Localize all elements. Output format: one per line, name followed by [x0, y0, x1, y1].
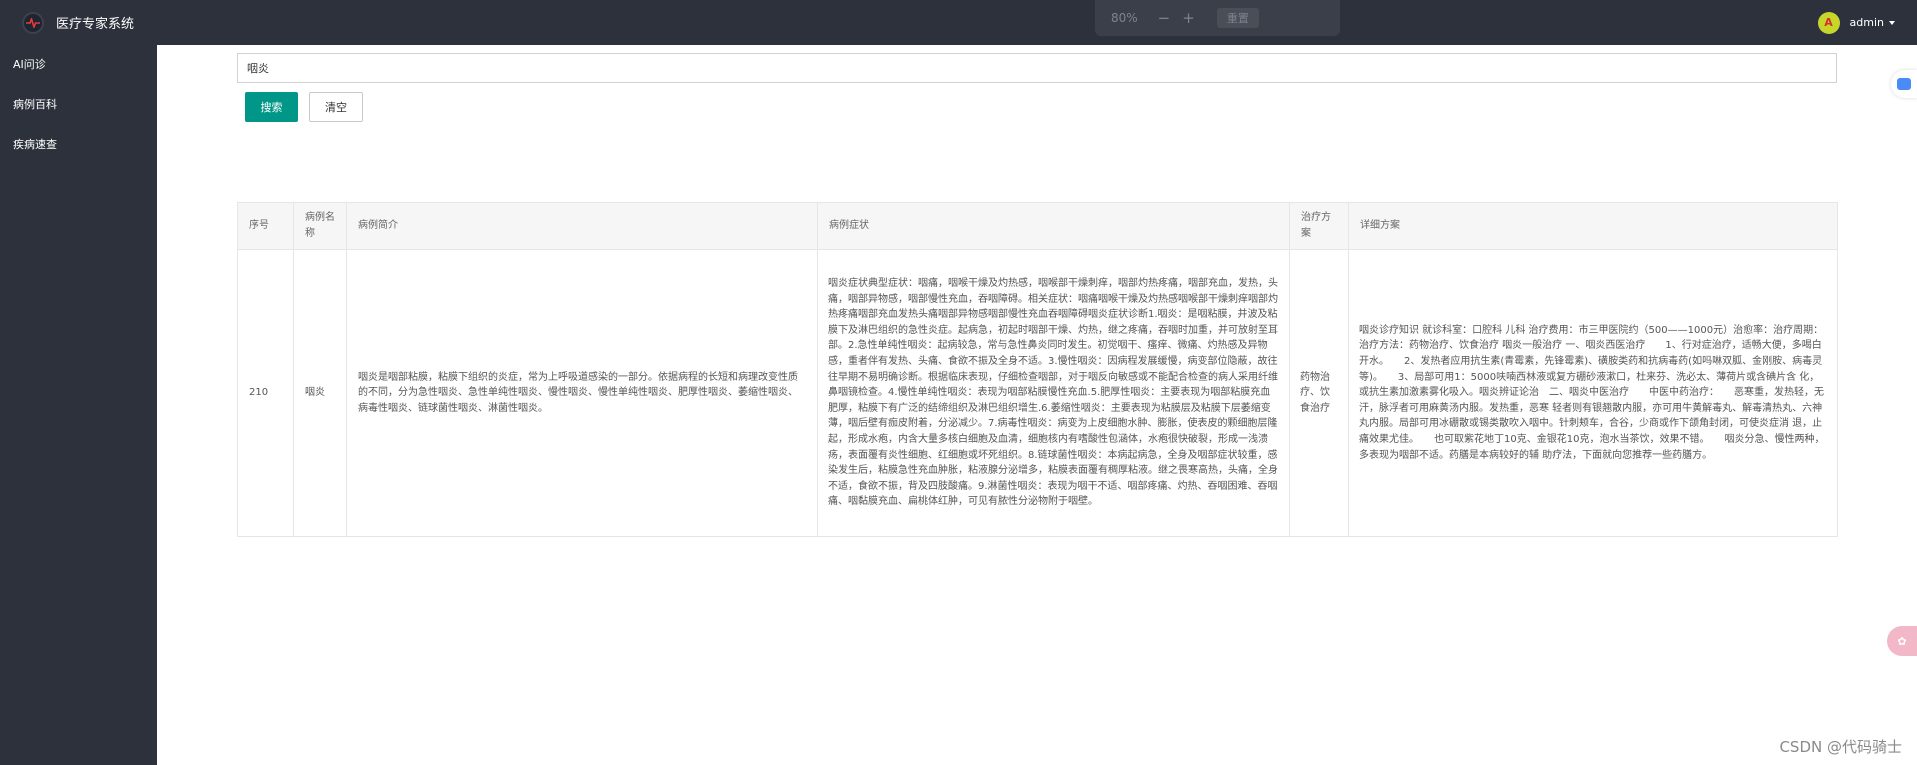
app-title: 医疗专家系统 — [56, 17, 135, 32]
sidebar-item-ai-consult[interactable]: AI问诊 — [0, 45, 157, 85]
search-input[interactable] — [237, 53, 1837, 83]
user-name[interactable]: admin — [1850, 16, 1884, 29]
sidebar-item-disease-lookup[interactable]: 疾病速查 — [0, 125, 157, 165]
cell-intro: 咽炎是咽部粘膜，粘膜下组织的炎症，常为上呼吸道感染的一部分。依据病程的长短和病理… — [346, 249, 818, 537]
zoom-out-button[interactable]: − — [1158, 9, 1171, 27]
cell-detail: 咽炎诊疗知识 就诊科室：口腔科 儿科 治疗费用：市三甲医院约（500——1000… — [1348, 249, 1838, 537]
column-header-id: 序号 — [237, 202, 294, 250]
zoom-in-button[interactable]: + — [1182, 9, 1195, 27]
cell-symptoms: 咽炎症状典型症状：咽痛，咽喉干燥及灼热感，咽喉部干燥刺痒，咽部灼热疼痛，咽部充血… — [817, 249, 1290, 537]
translate-float-button[interactable] — [1891, 70, 1917, 98]
clear-button[interactable]: 清空 — [309, 92, 363, 122]
zoom-reset-button[interactable]: 重置 — [1216, 8, 1259, 28]
heartbeat-logo-icon — [22, 11, 44, 34]
search-button[interactable]: 搜索 — [245, 92, 298, 122]
chevron-down-icon[interactable] — [1889, 20, 1895, 25]
table-row[interactable]: 210 咽炎 咽炎是咽部粘膜，粘膜下组织的炎症，常为上呼吸道感染的一部分。依据病… — [237, 249, 1838, 537]
column-header-symptoms: 病例症状 — [817, 202, 1290, 250]
zoom-control: 80% − + 重置 — [1095, 0, 1340, 36]
translate-icon — [1897, 78, 1911, 90]
column-header-detail: 详细方案 — [1348, 202, 1838, 250]
column-header-intro: 病例简介 — [346, 202, 818, 250]
cell-treatment: 药物治疗、饮食治疗 — [1289, 249, 1349, 537]
assistant-float-button[interactable]: ✿ — [1887, 626, 1917, 656]
watermark: CSDN @代码骑士 — [1779, 738, 1902, 756]
user-menu[interactable]: A admin — [1817, 0, 1917, 45]
column-header-treatment: 治疗方案 — [1289, 202, 1349, 250]
top-navbar: 医疗专家系统 80% − + 重置 A admin — [0, 0, 1917, 45]
sidebar: AI问诊 病例百科 疾病速查 — [0, 45, 157, 765]
zoom-level: 80% — [1111, 11, 1138, 25]
avatar[interactable]: A — [1817, 11, 1840, 34]
table-header-row: 序号 病例名称 病例简介 病例症状 治疗方案 详细方案 — [237, 202, 1838, 250]
column-header-name: 病例名称 — [293, 202, 347, 250]
logo-area[interactable]: 医疗专家系统 — [0, 0, 157, 45]
assistant-icon: ✿ — [1897, 634, 1907, 648]
cell-name: 咽炎 — [293, 249, 347, 537]
results-table: 序号 病例名称 病例简介 病例症状 治疗方案 详细方案 210 咽炎 咽炎是咽部… — [237, 202, 1838, 537]
sidebar-item-case-wiki[interactable]: 病例百科 — [0, 85, 157, 125]
cell-id: 210 — [237, 249, 294, 537]
